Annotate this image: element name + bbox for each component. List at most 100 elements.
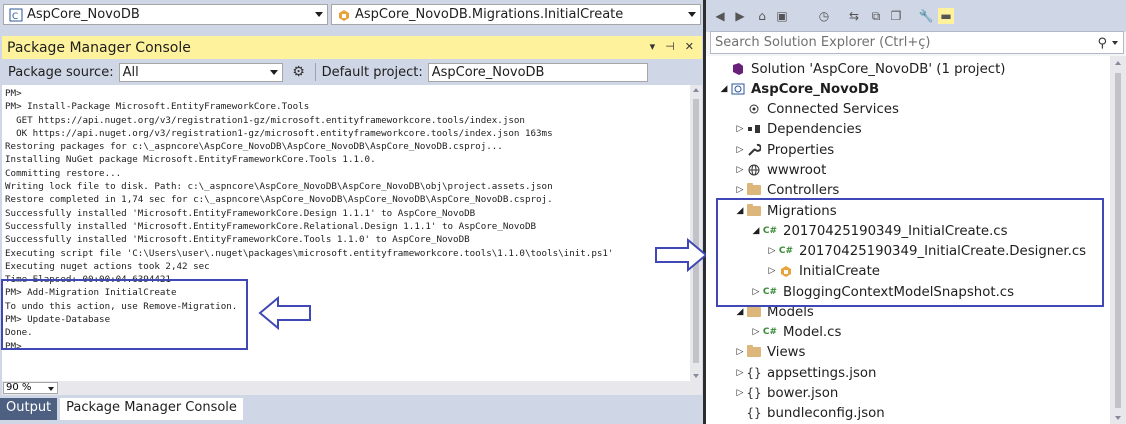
refresh-icon[interactable]: ⇆ [846, 8, 862, 24]
member-combo[interactable]: AspCore_NovoDB.Migrations.InitialCreate [331, 4, 701, 25]
left-pane: C AspCore_NovoDB AspCore_NovoDB.Migratio… [0, 0, 703, 424]
tree-label: Dependencies [767, 121, 862, 137]
history-icon[interactable]: ◷ [816, 8, 832, 24]
collapsed-icon[interactable]: ▷ [734, 388, 746, 398]
chevron-down-icon[interactable] [1112, 41, 1118, 45]
default-project-label: Default project: [321, 64, 423, 80]
window-menu-icon[interactable]: ▾ [650, 40, 656, 53]
close-icon[interactable]: ✕ [685, 40, 694, 53]
class-icon [336, 7, 352, 23]
collapsed-icon[interactable]: ▷ [734, 145, 746, 155]
scroll-down-icon[interactable] [1115, 416, 1121, 420]
tree-item-views[interactable]: ▷ Views [734, 342, 806, 362]
chevron-down-icon[interactable] [315, 12, 323, 17]
tree-label: Views [767, 344, 806, 360]
sync-icon[interactable]: ▣ [774, 8, 790, 24]
tree-item-dependencies[interactable]: ▷ Dependencies [734, 119, 862, 139]
collapse-icon[interactable]: ⧉ [868, 8, 884, 24]
scroll-thumb[interactable] [693, 99, 699, 363]
expanded-icon[interactable]: ◢ [718, 84, 730, 94]
tree-label: Solution 'AspCore_NovoDB' (1 project) [751, 61, 1006, 77]
console-line: PM> [5, 88, 22, 99]
navigation-bar: C AspCore_NovoDB AspCore_NovoDB.Migratio… [0, 0, 703, 30]
show-all-files-icon[interactable]: ❐ [888, 8, 904, 24]
tree-label: bundleconfig.json [767, 405, 885, 421]
tree-label: Connected Services [767, 101, 899, 117]
tree-label: AspCore_NovoDB [751, 81, 880, 97]
highlight-box-migrations [716, 198, 1104, 307]
tree-item-controllers[interactable]: ▷ Controllers [734, 180, 840, 200]
json-file-icon: {} [746, 406, 762, 420]
forward-icon[interactable]: ▶ [732, 8, 748, 24]
tree-item-model-cs[interactable]: ▷ C# Model.cs [750, 322, 842, 342]
project-combo[interactable]: C AspCore_NovoDB [3, 4, 328, 25]
zoom-select[interactable]: 90 % [3, 382, 58, 394]
bottom-tabs: Output Package Manager Console [0, 398, 243, 420]
tab-output[interactable]: Output [0, 398, 58, 420]
collapsed-icon[interactable]: ▷ [734, 165, 746, 175]
collapsed-icon[interactable]: ▷ [734, 368, 746, 378]
default-project-select[interactable]: AspCore_NovoDB [427, 62, 648, 82]
collapsed-icon[interactable]: ▷ [734, 347, 746, 357]
console-line: GET https://api.nuget.org/v3/registratio… [5, 114, 525, 126]
solution-tree: Solution 'AspCore_NovoDB' (1 project) ◢ … [706, 56, 1110, 424]
home-icon[interactable]: ⌂ [754, 8, 770, 24]
tree-item-appsettings[interactable]: ▷ {} appsettings.json [734, 363, 877, 383]
tree-label: Controllers [767, 182, 840, 198]
json-file-icon: {} [746, 366, 762, 380]
package-source-label: Package source: [8, 64, 114, 80]
console-line: Successfully installed 'Microsoft.Entity… [5, 234, 470, 246]
tree-item-solution[interactable]: Solution 'AspCore_NovoDB' (1 project) [718, 59, 1005, 79]
tree-item-properties[interactable]: ▷ Properties [734, 140, 835, 160]
preview-icon[interactable]: ▬ [938, 8, 954, 24]
console-scrollbar[interactable] [690, 85, 702, 381]
scroll-down-icon[interactable] [693, 374, 699, 378]
collapsed-icon[interactable]: ▷ [734, 124, 746, 134]
tree-item-wwwroot[interactable]: ▷ wwwroot [734, 160, 827, 180]
collapsed-icon[interactable]: ▷ [734, 185, 746, 195]
chevron-down-icon [269, 69, 278, 75]
toolbar-separator [314, 63, 316, 81]
svg-text:C: C [12, 12, 18, 22]
dependencies-icon [746, 121, 762, 137]
gear-icon[interactable]: ⚙ [291, 64, 307, 80]
console-status-bar: 90 % [2, 381, 702, 395]
arrow-left-icon [258, 296, 311, 330]
solution-scrollbar[interactable] [1110, 56, 1126, 424]
chevron-down-icon[interactable] [688, 12, 696, 17]
package-source-select[interactable]: All [118, 62, 283, 82]
console-line: Installing NuGet package Microsoft.Entit… [5, 154, 376, 166]
chevron-down-icon [48, 387, 54, 391]
solution-search-input[interactable]: Search Solution Explorer (Ctrl+ç) ⚲ [710, 31, 1124, 54]
expanded-icon[interactable]: ◢ [734, 307, 746, 317]
highlight-box-console [1, 279, 248, 350]
tree-label: Model.cs [783, 324, 842, 340]
folder-icon [746, 182, 762, 198]
console-line: Committing restore... [5, 167, 122, 179]
console-line: PM> Install-Package Microsoft.EntityFram… [5, 101, 310, 113]
tree-item-project[interactable]: ◢ AspCore_NovoDB [718, 79, 880, 99]
scroll-up-icon[interactable] [693, 88, 699, 92]
tab-package-manager-console[interactable]: Package Manager Console [60, 398, 243, 420]
pmc-title-bar: Package Manager Console ▾ ⊣ ✕ [2, 36, 702, 59]
tree-item-bundleconfig[interactable]: {} bundleconfig.json [734, 403, 885, 423]
web-project-icon [730, 81, 746, 97]
ide-window: C AspCore_NovoDB AspCore_NovoDB.Migratio… [0, 0, 1126, 424]
scroll-up-icon[interactable] [1115, 61, 1121, 65]
console-line: Successfully installed 'Microsoft.Entity… [5, 207, 476, 219]
console-line: Restoring packages for c:\_aspncore\AspC… [5, 141, 503, 153]
globe-icon [746, 162, 762, 178]
console-line: Restore completed in 1,74 sec for c:\_as… [5, 194, 553, 206]
scroll-thumb[interactable] [1115, 73, 1121, 408]
search-icon[interactable]: ⚲ [1097, 33, 1107, 54]
tree-item-connected-services[interactable]: Connected Services [734, 99, 899, 119]
tree-item-bower[interactable]: ▷ {} bower.json [734, 383, 839, 403]
tree-label: wwwroot [767, 162, 827, 178]
collapsed-icon[interactable]: ▷ [750, 327, 762, 337]
back-icon[interactable]: ◀ [712, 8, 728, 24]
project-combo-label: AspCore_NovoDB [27, 7, 140, 22]
pin-icon[interactable]: ⊣ [665, 40, 675, 53]
json-file-icon: {} [746, 386, 762, 400]
properties-wrench-icon[interactable]: 🔧 [918, 8, 934, 24]
tree-label: Properties [767, 142, 835, 158]
